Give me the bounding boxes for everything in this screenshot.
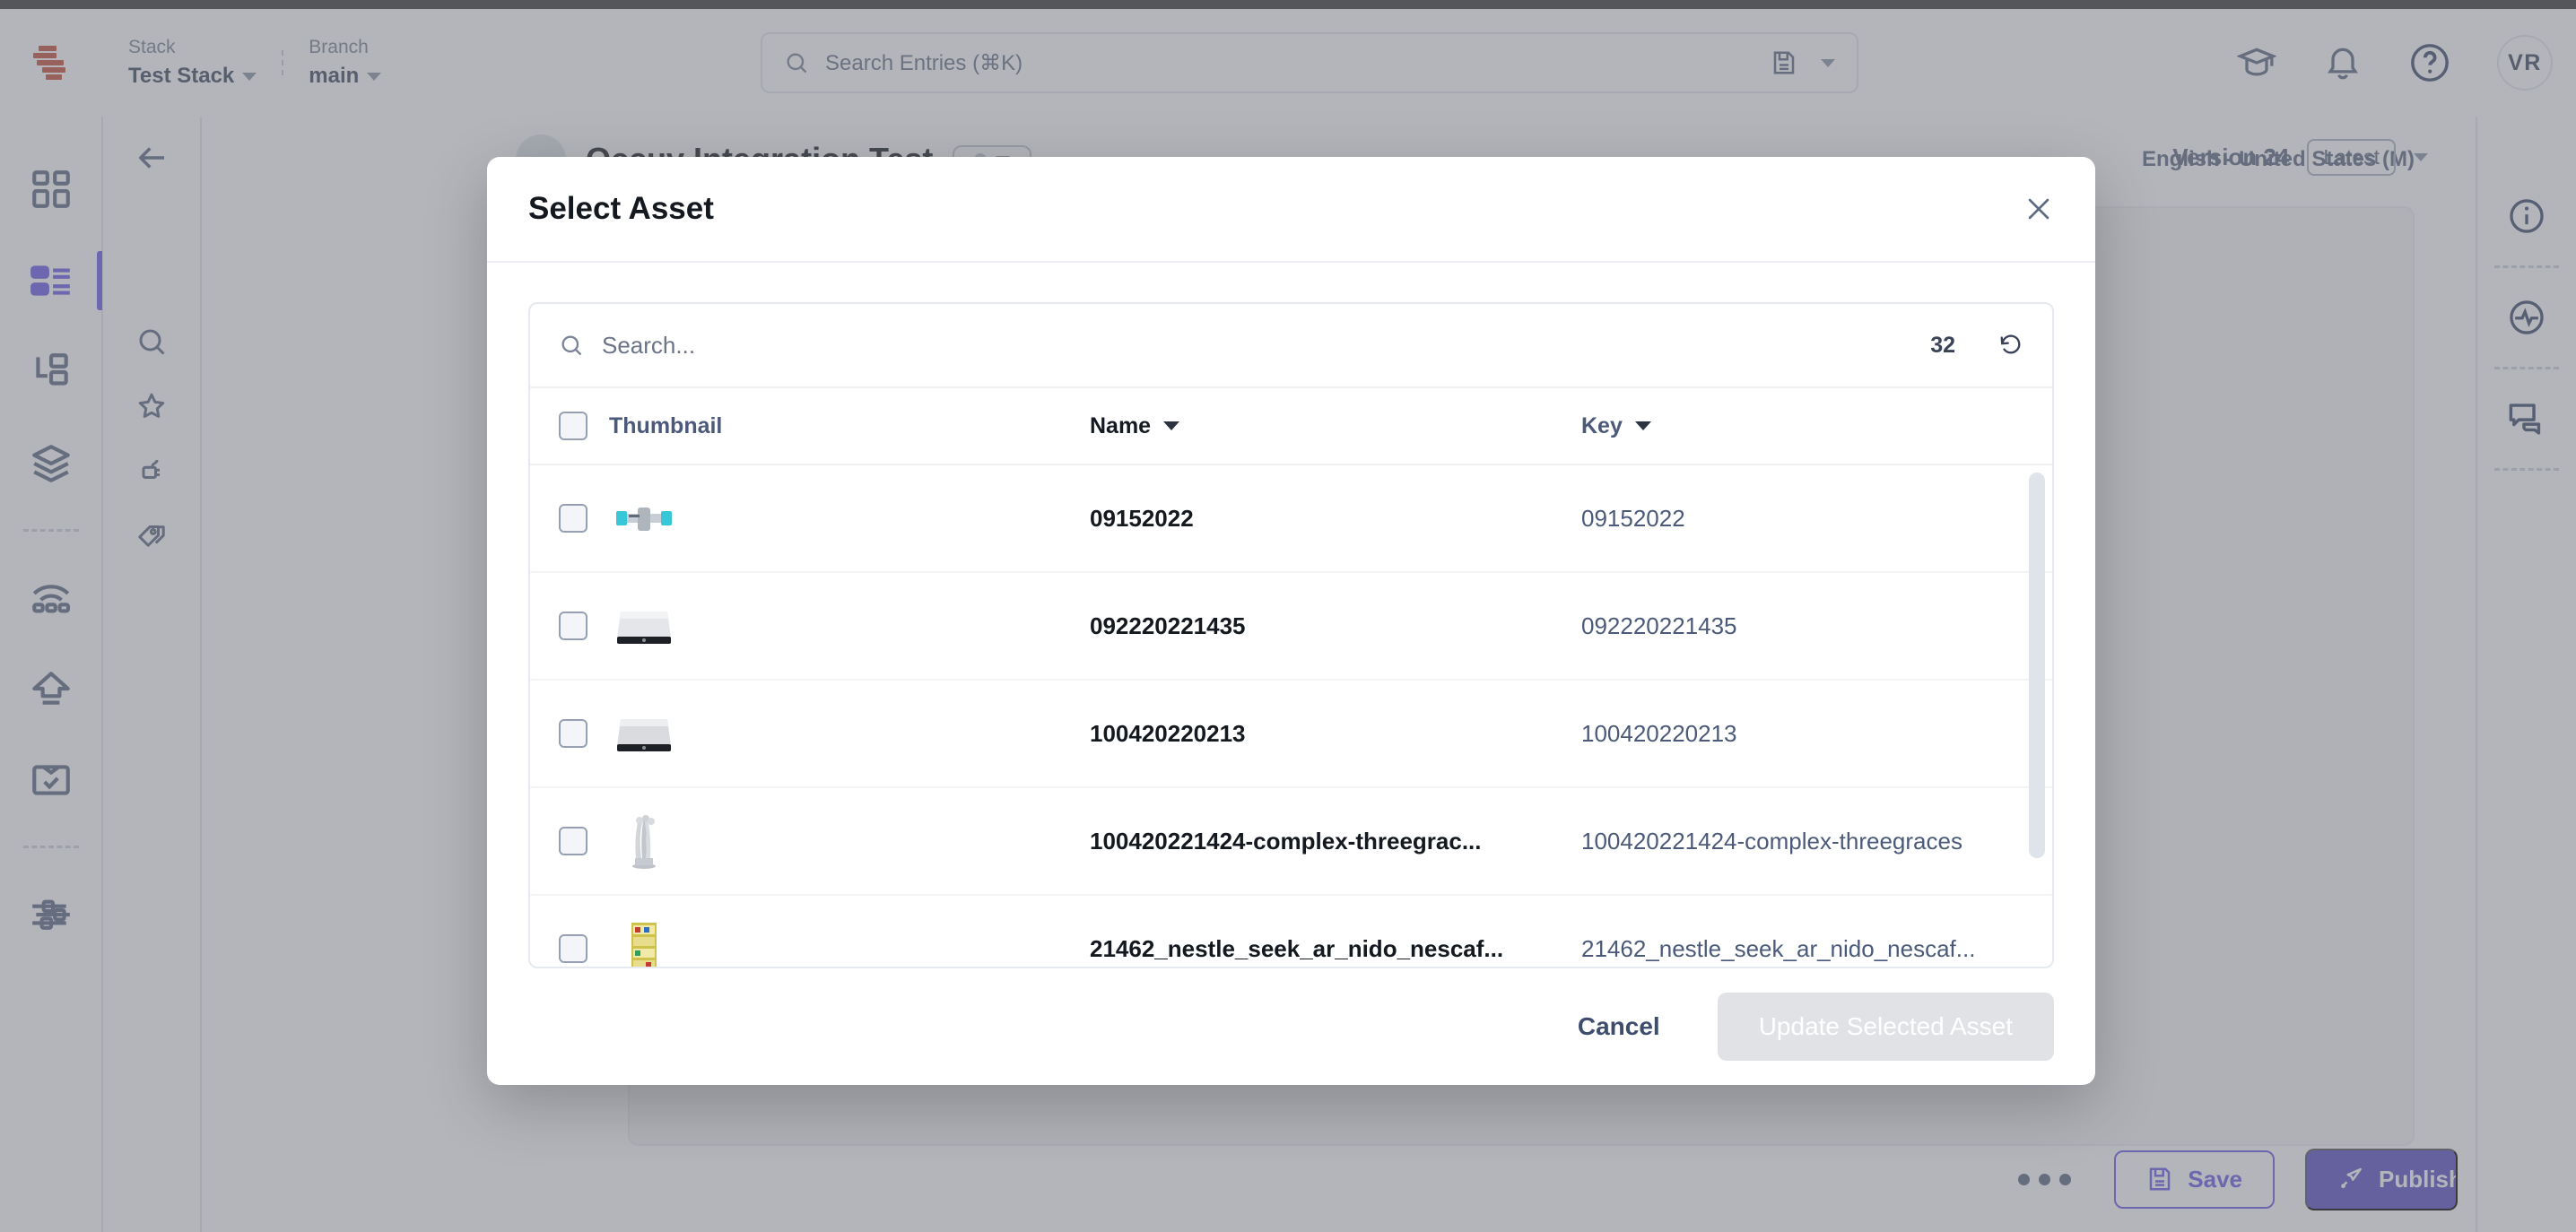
statue-thumbnail-icon xyxy=(609,813,679,869)
row-checkbox[interactable] xyxy=(559,612,587,640)
shelf-thumbnail-icon xyxy=(609,921,679,967)
asset-table-header: Thumbnail Name Key xyxy=(530,388,2052,465)
update-selected-asset-button[interactable]: Update Selected Asset xyxy=(1717,993,2054,1061)
thumbnail-cell xyxy=(587,921,1090,967)
thumbnail-cell xyxy=(587,706,1090,761)
row-checkbox[interactable] xyxy=(559,719,587,748)
asset-key: 21462_nestle_seek_ar_nido_nescaf... xyxy=(1581,934,1976,962)
table-row[interactable]: 092220221435 092220221435 xyxy=(530,573,2052,681)
table-row[interactable]: 09152022 09152022 xyxy=(530,465,2052,573)
row-checkbox[interactable] xyxy=(559,504,587,533)
table-row[interactable]: 100420221424-complex-threegrac... 100420… xyxy=(530,788,2052,896)
device-thumbnail-icon xyxy=(609,598,679,654)
search-icon xyxy=(559,333,584,358)
asset-key: 100420220213 xyxy=(1581,719,1737,747)
reset-icon[interactable] xyxy=(1998,333,2023,358)
cancel-button[interactable]: Cancel xyxy=(1554,998,1684,1055)
modal-title: Select Asset xyxy=(528,191,714,226)
column-header-thumbnail: Thumbnail xyxy=(609,412,723,438)
column-header-key[interactable]: Key xyxy=(1581,413,2023,439)
thumbnail-cell xyxy=(587,598,1090,654)
asset-table-body: 09152022 09152022 092220221435 092220221… xyxy=(530,465,2052,967)
asset-key: 100420221424-complex-threegraces xyxy=(1581,827,1962,855)
column-header-key-label: Key xyxy=(1581,412,1623,438)
sort-chevron-down-icon xyxy=(1163,421,1180,430)
close-icon[interactable] xyxy=(2023,194,2054,224)
asset-name: 092220221435 xyxy=(1090,612,1246,639)
asset-count: 32 xyxy=(1930,332,1955,358)
table-row[interactable]: 21462_nestle_seek_ar_nido_nescaf... 2146… xyxy=(530,896,2052,967)
column-header-name[interactable]: Name xyxy=(1090,413,1581,439)
asset-search-input[interactable]: Search... xyxy=(602,332,695,360)
modal-body: Search... 32 Thumbnail Name Key 09152022… xyxy=(487,263,2095,968)
select-all-checkbox[interactable] xyxy=(559,412,587,440)
asset-name: 21462_nestle_seek_ar_nido_nescaf... xyxy=(1090,934,1504,962)
thumbnail-cell xyxy=(587,813,1090,869)
row-checkbox[interactable] xyxy=(559,934,587,963)
asset-name: 100420220213 xyxy=(1090,719,1246,747)
asset-browser-panel: Search... 32 Thumbnail Name Key 09152022… xyxy=(528,302,2054,968)
asset-name: 100420221424-complex-threegrac... xyxy=(1090,827,1482,855)
thumbnail-cell xyxy=(587,490,1090,546)
column-header-name-label: Name xyxy=(1090,412,1152,438)
asset-search-row: Search... 32 xyxy=(530,304,2052,388)
table-row[interactable]: 100420220213 100420220213 xyxy=(530,681,2052,788)
device-thumbnail-icon xyxy=(609,706,679,761)
row-checkbox[interactable] xyxy=(559,827,587,855)
sort-chevron-down-icon xyxy=(1634,421,1651,430)
asset-name: 09152022 xyxy=(1090,504,1194,532)
modal-footer: Cancel Update Selected Asset xyxy=(487,968,2095,1085)
valve-thumbnail-icon xyxy=(609,490,679,546)
asset-list-scrollbar[interactable] xyxy=(2029,473,2045,858)
asset-key: 092220221435 xyxy=(1581,612,1737,639)
asset-key: 09152022 xyxy=(1581,504,1685,532)
modal-header: Select Asset xyxy=(487,157,2095,263)
select-asset-modal: Select Asset Search... 32 Thumbnail Name… xyxy=(487,157,2095,1085)
